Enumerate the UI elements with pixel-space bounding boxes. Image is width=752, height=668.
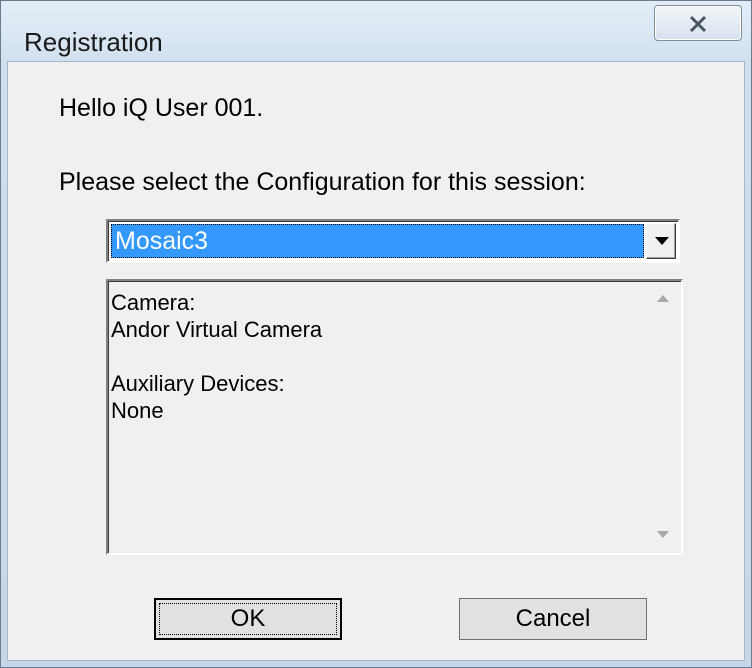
configuration-details-text: Camera: Andor Virtual Camera Auxiliary D… (111, 289, 322, 424)
configuration-prompt: Please select the Configuration for this… (59, 168, 586, 196)
chevron-down-icon (655, 237, 669, 245)
focus-rectangle (159, 603, 337, 635)
registration-dialog: Registration Hello iQ User 001. Please s… (0, 0, 752, 668)
ok-button[interactable]: OK (154, 598, 342, 640)
detail-line (111, 343, 322, 370)
configuration-selected-value[interactable]: Mosaic3 (111, 224, 644, 258)
details-scrollbar[interactable] (645, 283, 679, 551)
configuration-select[interactable]: Mosaic3 (106, 219, 680, 263)
cancel-button[interactable]: Cancel (459, 598, 647, 640)
configuration-details-box[interactable]: Camera: Andor Virtual Camera Auxiliary D… (106, 279, 683, 555)
detail-line: Auxiliary Devices: (111, 371, 285, 396)
detail-line: None (111, 398, 164, 423)
detail-line: Andor Virtual Camera (111, 317, 323, 342)
title-bar[interactable]: Registration (1, 1, 751, 61)
close-icon (689, 15, 707, 33)
close-button[interactable] (654, 5, 742, 41)
configuration-dropdown-button[interactable] (646, 223, 676, 259)
cancel-button-label: Cancel (515, 605, 591, 632)
scroll-down-arrow-icon[interactable] (657, 531, 669, 538)
window-title: Registration (24, 27, 163, 57)
greeting-text: Hello iQ User 001. (59, 94, 264, 122)
detail-line: Camera: (111, 290, 196, 315)
scroll-up-arrow-icon[interactable] (657, 295, 669, 302)
dialog-body: Hello iQ User 001. Please select the Con… (7, 61, 745, 661)
